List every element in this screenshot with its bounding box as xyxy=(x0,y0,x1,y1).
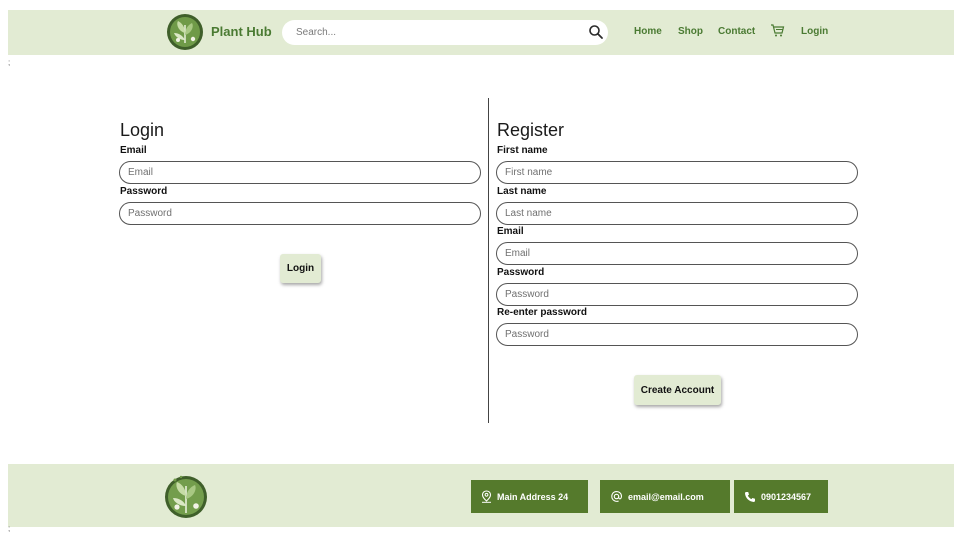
footer-phone-text: 0901234567 xyxy=(761,491,812,502)
login-password-input[interactable] xyxy=(119,202,481,225)
register-password-label: Password xyxy=(497,267,545,278)
register-email-input[interactable] xyxy=(496,242,858,265)
search-icon[interactable] xyxy=(588,24,604,40)
form-divider xyxy=(488,98,489,423)
nav-login-link[interactable]: Login xyxy=(801,26,828,37)
create-account-button[interactable]: Create Account xyxy=(634,375,721,405)
phone-icon xyxy=(745,491,755,502)
footer-address-text: Main Address 24 xyxy=(497,491,569,502)
nav-shop-link[interactable]: Shop xyxy=(678,26,703,37)
last-name-label: Last name xyxy=(497,186,547,197)
reenter-password-label: Re-enter password xyxy=(497,307,588,318)
register-title: Register xyxy=(497,120,565,140)
site-footer: Main Address 24 email@email.com 09012345… xyxy=(8,464,954,527)
login-email-input[interactable] xyxy=(119,161,481,184)
footer-email-text: email@email.com xyxy=(628,491,704,502)
last-name-input[interactable] xyxy=(496,202,858,225)
login-email-label: Email xyxy=(120,145,147,156)
register-email-label: Email xyxy=(497,226,524,237)
nav-home-link[interactable]: Home xyxy=(634,26,662,37)
register-password-input[interactable] xyxy=(496,283,858,306)
stray-mark: ; xyxy=(8,58,11,67)
plant-logo-icon xyxy=(165,475,207,518)
at-sign-icon xyxy=(611,490,623,502)
first-name-input[interactable] xyxy=(496,161,858,184)
plant-logo-icon[interactable] xyxy=(166,13,204,51)
search-bar xyxy=(282,20,608,45)
search-input[interactable] xyxy=(296,24,576,41)
first-name-label: First name xyxy=(497,145,548,156)
footer-email-button[interactable]: email@email.com xyxy=(600,480,730,513)
nav-contact-link[interactable]: Contact xyxy=(718,26,755,37)
login-title: Login xyxy=(120,120,165,140)
location-pin-icon xyxy=(481,490,492,503)
footer-address-button[interactable]: Main Address 24 xyxy=(471,480,588,513)
stray-mark: ; xyxy=(8,524,11,533)
site-header: Plant Hub Home Shop Contact Login xyxy=(8,10,954,55)
login-password-label: Password xyxy=(120,186,168,197)
reenter-password-input[interactable] xyxy=(496,323,858,346)
cart-icon[interactable] xyxy=(770,23,785,38)
footer-phone-button[interactable]: 0901234567 xyxy=(734,480,828,513)
brand-name[interactable]: Plant Hub xyxy=(211,24,272,39)
login-button[interactable]: Login xyxy=(280,254,321,283)
